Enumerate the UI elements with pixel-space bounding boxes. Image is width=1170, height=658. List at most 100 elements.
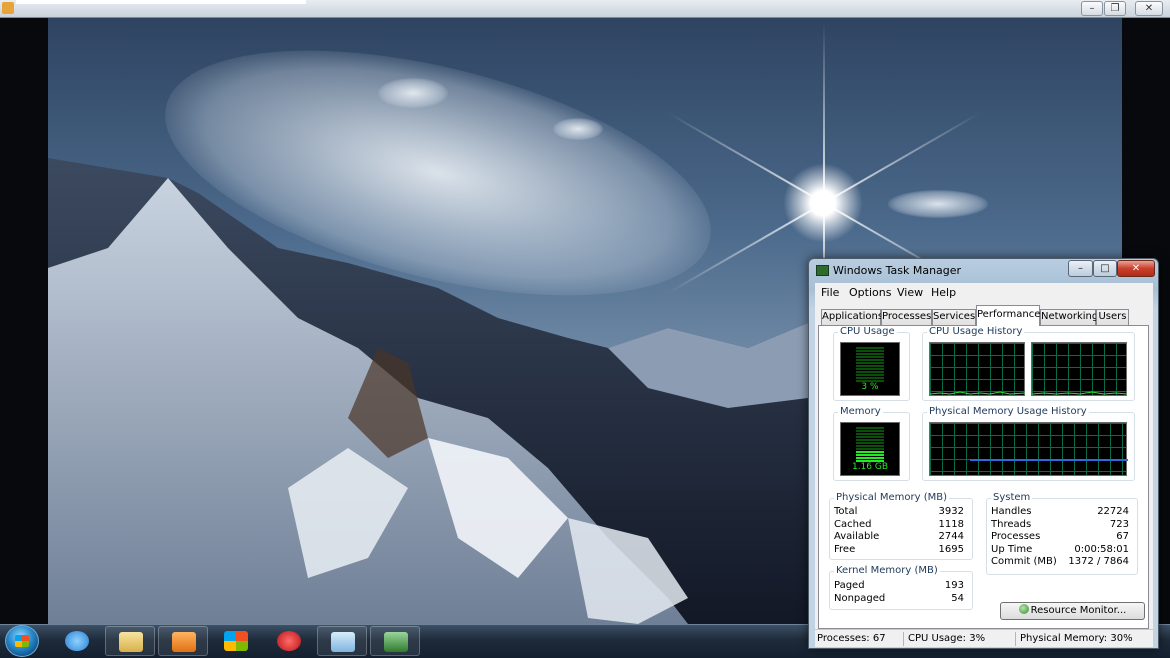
taskbar-red-app[interactable] bbox=[264, 626, 314, 656]
cpu-history-line bbox=[929, 391, 1026, 395]
tab-networking[interactable]: Networking bbox=[1040, 309, 1098, 325]
taskbar-remote-desktop[interactable] bbox=[317, 626, 367, 656]
memory-group: Memory 1.16 GB bbox=[833, 406, 910, 481]
windows-logo-icon bbox=[15, 635, 29, 647]
system-handles-value: 22724 bbox=[1097, 506, 1129, 517]
system-commit-value: 1372 / 7864 bbox=[1068, 556, 1129, 567]
internet-explorer-icon bbox=[65, 631, 89, 651]
task-manager-icon bbox=[384, 632, 408, 652]
tab-users[interactable]: Users bbox=[1096, 309, 1129, 325]
cpu-usage-label: CPU Usage bbox=[838, 326, 897, 338]
task-manager-titlebar[interactable]: Windows Task Manager – □ ✕ bbox=[809, 259, 1158, 283]
physical-memory-cached-label: Cached bbox=[834, 519, 872, 530]
meter-segment bbox=[856, 448, 884, 450]
meter-segment bbox=[856, 371, 884, 373]
status-processes: Processes: 67 bbox=[817, 633, 886, 644]
player-restore-button[interactable]: ❐ bbox=[1104, 1, 1126, 16]
tab-applications[interactable]: Applications bbox=[821, 309, 883, 325]
tab-performance[interactable]: Performance bbox=[976, 305, 1040, 326]
player-minimize-button[interactable]: – bbox=[1081, 1, 1103, 16]
minimize-button[interactable]: – bbox=[1068, 260, 1093, 277]
task-manager-window: Windows Task Manager – □ ✕ File Options … bbox=[808, 258, 1159, 649]
taskbar-media-center[interactable] bbox=[211, 626, 261, 656]
meter-segment bbox=[856, 430, 884, 432]
meter-segment bbox=[856, 442, 884, 444]
window-title: Windows Task Manager bbox=[833, 264, 962, 277]
memory-meter: 1.16 GB bbox=[840, 422, 900, 476]
menu-options[interactable]: Options bbox=[849, 286, 891, 299]
physical-memory-free-label: Free bbox=[834, 544, 856, 555]
meter-segment bbox=[856, 350, 884, 352]
meter-segment bbox=[856, 457, 884, 459]
kernel-paged-value: 193 bbox=[944, 580, 964, 591]
cpu-history-line bbox=[1031, 391, 1128, 395]
media-center-icon bbox=[224, 631, 248, 651]
system-commit-label: Commit (MB) bbox=[991, 556, 1057, 567]
system-threads-value: 723 bbox=[1109, 519, 1129, 530]
kernel-nonpaged-value: 54 bbox=[951, 593, 964, 604]
taskbar-internet-explorer[interactable] bbox=[52, 626, 102, 656]
resource-monitor-button[interactable]: Resource Monitor... bbox=[1000, 602, 1145, 620]
physical-memory-available-value: 2744 bbox=[938, 531, 964, 542]
cpu-meter-bars bbox=[856, 347, 884, 383]
system-processes-value: 67 bbox=[1116, 531, 1129, 542]
memory-history-line bbox=[970, 459, 1128, 461]
status-bar: Processes: 67 CPU Usage: 3% Physical Mem… bbox=[815, 629, 1153, 647]
performance-panel: CPU Usage 3 % CPU Usage History Memory 1… bbox=[818, 325, 1149, 629]
media-player-icon bbox=[172, 632, 196, 652]
status-cpu-usage: CPU Usage: 3% bbox=[908, 633, 986, 644]
meter-segment bbox=[856, 436, 884, 438]
memory-meter-bars bbox=[856, 427, 884, 463]
media-player-titlebar[interactable]: – ❐ ✕ bbox=[0, 0, 1170, 18]
memory-history-group: Physical Memory Usage History bbox=[922, 406, 1135, 481]
system-group: System Handles 22724 Threads 723 Process… bbox=[986, 492, 1138, 575]
meter-segment bbox=[856, 356, 884, 358]
meter-segment bbox=[856, 365, 884, 367]
cpu-usage-group: CPU Usage 3 % bbox=[833, 326, 910, 401]
system-processes-label: Processes bbox=[991, 531, 1041, 542]
meter-segment bbox=[856, 451, 884, 453]
physical-memory-free-value: 1695 bbox=[938, 544, 964, 555]
cpu-history-group: CPU Usage History bbox=[922, 326, 1135, 401]
system-label: System bbox=[991, 492, 1033, 504]
task-manager-body: Applications Processes Services Performa… bbox=[815, 303, 1153, 631]
meter-segment bbox=[856, 454, 884, 456]
tab-services[interactable]: Services bbox=[932, 309, 976, 325]
status-physical-memory: Physical Memory: 30% bbox=[1020, 633, 1133, 644]
cpu-usage-meter: 3 % bbox=[840, 342, 900, 396]
kernel-nonpaged-label: Nonpaged bbox=[834, 593, 886, 604]
system-uptime-value: 0:00:58:01 bbox=[1074, 544, 1129, 555]
meter-segment bbox=[856, 362, 884, 364]
cpu-history-label: CPU Usage History bbox=[927, 326, 1025, 338]
taskbar-task-manager[interactable] bbox=[370, 626, 420, 656]
tab-processes[interactable]: Processes bbox=[881, 309, 932, 325]
remote-desktop-icon bbox=[331, 632, 355, 652]
taskbar-windows-explorer[interactable] bbox=[105, 626, 155, 656]
cpu-history-graph-core-2 bbox=[1031, 342, 1128, 396]
maximize-button[interactable]: □ bbox=[1093, 260, 1117, 277]
resource-monitor-icon bbox=[1018, 604, 1029, 614]
menu-help[interactable]: Help bbox=[931, 286, 956, 299]
menu-bar: File Options View Help bbox=[815, 283, 1153, 303]
system-uptime-label: Up Time bbox=[991, 544, 1033, 555]
media-player-icon bbox=[2, 2, 14, 14]
meter-segment bbox=[856, 374, 884, 376]
memory-label: Memory bbox=[838, 406, 883, 418]
media-player-title-field bbox=[16, 0, 306, 4]
menu-view[interactable]: View bbox=[897, 286, 923, 299]
cpu-history-graph-core-1 bbox=[929, 342, 1026, 396]
system-handles-label: Handles bbox=[991, 506, 1032, 517]
physical-memory-total-label: Total bbox=[834, 506, 858, 517]
menu-file[interactable]: File bbox=[821, 286, 839, 299]
taskbar-media-player[interactable] bbox=[158, 626, 208, 656]
meter-segment bbox=[856, 368, 884, 370]
resource-monitor-label: Resource Monitor... bbox=[1030, 605, 1127, 616]
player-close-button[interactable]: ✕ bbox=[1135, 1, 1163, 16]
cpu-usage-value: 3 % bbox=[861, 382, 879, 392]
close-button[interactable]: ✕ bbox=[1117, 260, 1155, 277]
physical-memory-total-value: 3932 bbox=[938, 506, 964, 517]
physical-memory-group: Physical Memory (MB) Total 3932 Cached 1… bbox=[829, 492, 973, 560]
kernel-memory-group: Kernel Memory (MB) Paged 193 Nonpaged 54 bbox=[829, 565, 973, 610]
meter-segment bbox=[856, 433, 884, 435]
status-divider bbox=[903, 632, 904, 646]
